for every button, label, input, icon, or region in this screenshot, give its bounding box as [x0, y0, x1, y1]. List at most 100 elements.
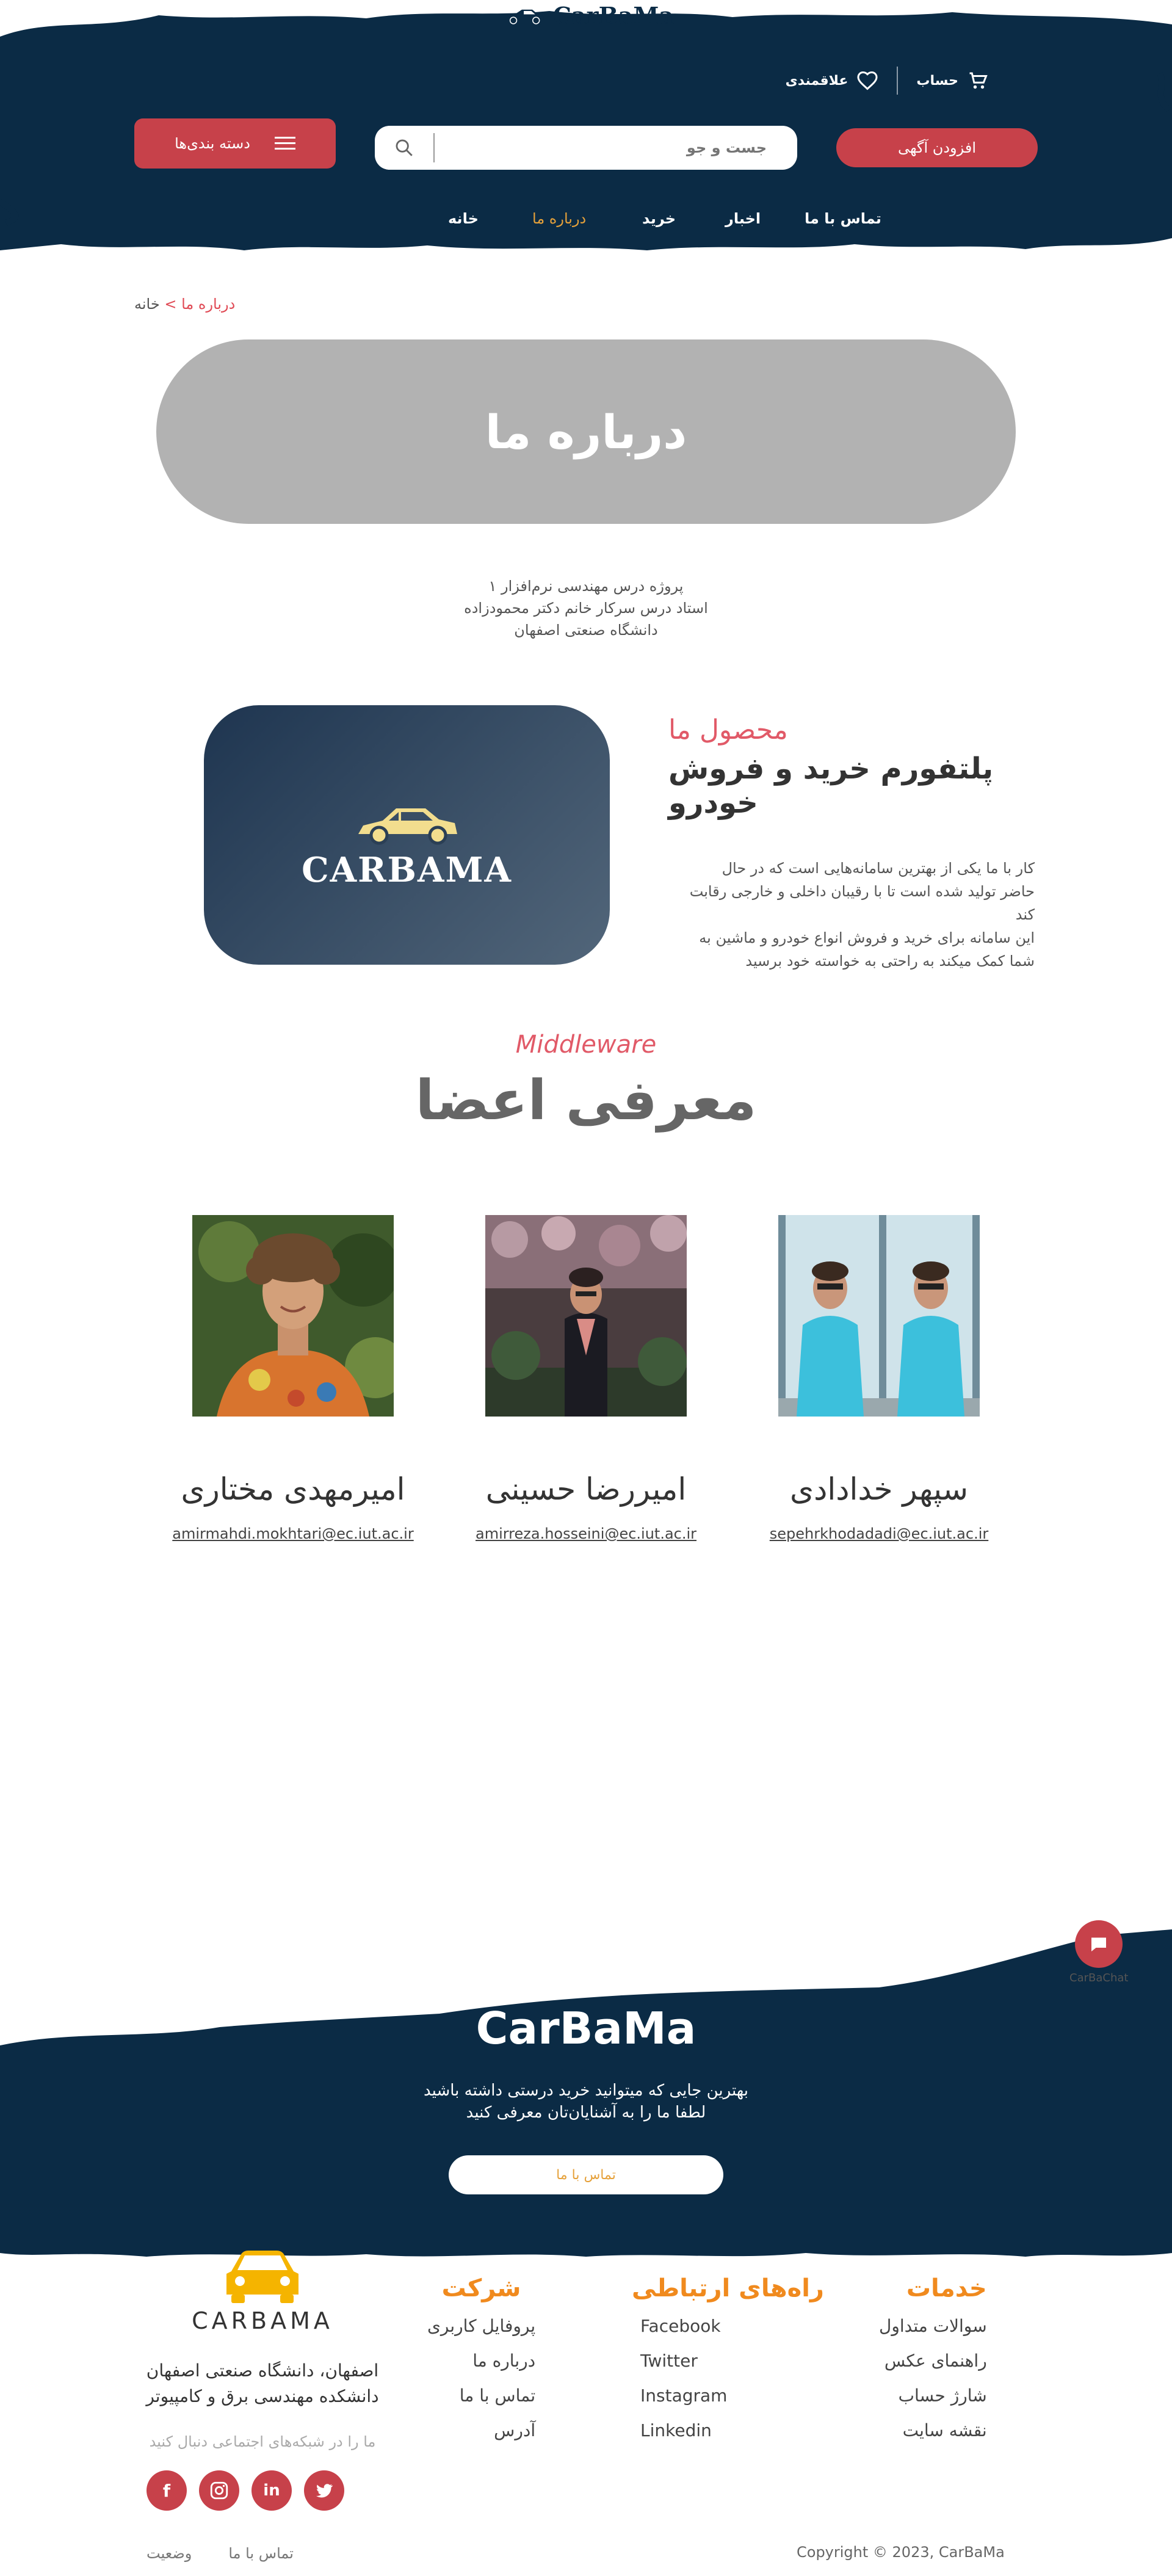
about-hero: درباره ما — [156, 339, 1016, 524]
search-input[interactable] — [435, 139, 797, 156]
page-title: درباره ما — [485, 404, 687, 459]
breadcrumb: درباره ما > خانه — [134, 296, 235, 313]
chat-widget[interactable]: CarBaChat — [1069, 1920, 1128, 1984]
top-links-divider — [897, 67, 899, 95]
footer-status-link[interactable]: وضعیت — [146, 2545, 192, 2562]
chat-button[interactable] — [1075, 1920, 1123, 1968]
product-eyebrow: محصول ما — [668, 714, 788, 746]
footer-bottom-links: وضعیت تماس با ما — [146, 2545, 294, 2562]
footer-social-label: ما را در شبکه‌های اجتماعی دنبال کنید — [149, 2433, 376, 2450]
menu-icon — [274, 137, 295, 150]
footer-services-link[interactable]: شارژ حساب — [879, 2378, 987, 2413]
footer-logo-text: CARBAMA — [192, 2307, 333, 2334]
nav-news[interactable]: اخبار — [725, 210, 761, 227]
member-email[interactable]: sepehrkhodadadi@ec.iut.ac.ir — [757, 1525, 1001, 1542]
heart-icon — [857, 71, 878, 90]
facebook-icon[interactable]: f — [146, 2470, 187, 2511]
nav-about[interactable]: درباره ما — [532, 210, 586, 227]
twitter-icon[interactable] — [304, 2470, 344, 2511]
footer-socials: f in — [146, 2470, 344, 2511]
footer-logo[interactable]: CARBAMA — [183, 2247, 342, 2334]
footer-tagline-line: لطفا ما را به آشنایان‌تان معرفی کنید — [466, 2103, 706, 2122]
footer-contact-link[interactable]: Facebook — [640, 2309, 824, 2343]
member-card: امیررضا حسینی amirreza.hosseini@ec.iut.a… — [464, 1215, 708, 1542]
search-bar — [375, 126, 797, 170]
footer-services-link[interactable]: نقشه سایت — [879, 2413, 987, 2448]
member-name: سپهر خدادادی — [789, 1471, 969, 1507]
intro-text: پروژه درس مهندسی نرم‌افزار ۱ استاد درس س… — [342, 575, 830, 641]
footer-tagline: بهترین جایی که میتوانید خرید درستی داشته… — [0, 2080, 1172, 2124]
member-card: سپهر خدادادی sepehrkhodadadi@ec.iut.ac.i… — [757, 1215, 1001, 1542]
footer-address-line: اصفهان، دانشگاه صنعتی اصفهان — [146, 2360, 379, 2381]
members-eyebrow: Middleware — [515, 1031, 657, 1059]
intro-line: پروژه درس مهندسی نرم‌افزار ۱ — [488, 578, 684, 595]
account-label: حساب — [916, 73, 958, 89]
breadcrumb-separator: > — [164, 296, 177, 313]
cart-icon — [969, 72, 988, 89]
site-logo[interactable]: CarBaMa — [503, 1, 674, 29]
search-button[interactable] — [375, 126, 433, 170]
footer-company-link[interactable]: درباره ما — [427, 2343, 535, 2378]
member-name: امیررضا حسینی — [485, 1471, 687, 1507]
breadcrumb-home[interactable]: خانه — [134, 296, 160, 313]
product-desc-line: این سامانه برای خرید و فروش انواع خودرو … — [699, 929, 1035, 946]
footer-company-link[interactable]: آدرس — [427, 2413, 535, 2448]
nav-home[interactable]: خانه — [448, 210, 479, 227]
product-desc-line: حاضر تولید شده است تا با رقیبان داخلی و … — [689, 883, 1035, 900]
car-icon — [358, 808, 457, 844]
product-title: پلتفورم خرید و فروش خودرو — [668, 752, 994, 820]
categories-label: دسته بندی‌ها — [175, 135, 250, 152]
footer-services-title: خدمات — [906, 2274, 987, 2302]
favorites-link[interactable]: علاقمندی — [786, 70, 879, 92]
car-logo-icon — [226, 2251, 298, 2303]
footer-services-link[interactable]: سوالات متداول — [879, 2309, 987, 2343]
breadcrumb-current: درباره ما — [181, 296, 236, 313]
product-desc-line: کند — [1015, 906, 1035, 923]
footer-bottom-contact-link[interactable]: تماس با ما — [228, 2545, 294, 2562]
product-desc-line: کار با ما یکی از بهترین سامانه‌هایی است … — [722, 860, 1035, 877]
member-email[interactable]: amirmahdi.mokhtari@ec.iut.ac.ir — [171, 1525, 415, 1542]
product-desc-line: شما کمک میکند به راحتی به خواسته خود برس… — [745, 952, 1035, 970]
footer-brand: CarBaMa — [476, 2003, 696, 2054]
footer-contact-link[interactable]: Instagram — [640, 2378, 824, 2413]
search-icon — [396, 139, 413, 156]
footer-company-column: شرکت پروفایل کاربری درباره ما تماس با ما… — [427, 2274, 535, 2448]
add-ad-button[interactable]: افزودن آگهی — [836, 128, 1038, 167]
categories-button[interactable]: دسته بندی‌ها — [134, 118, 336, 169]
footer-contact-title: راه‌های ارتباطی — [632, 2274, 824, 2302]
product-description: کار با ما یکی از بهترین سامانه‌هایی است … — [668, 857, 1035, 973]
members-title: معرفی اعضا — [415, 1068, 757, 1133]
product-card: CARBAMA — [204, 705, 610, 965]
site-logo-text: CarBaMa — [552, 1, 674, 29]
linkedin-icon[interactable]: in — [251, 2470, 292, 2511]
nav-buy[interactable]: خرید — [642, 210, 676, 227]
footer-tagline-line: بهترین جایی که میتوانید خرید درستی داشته… — [423, 2081, 749, 2100]
footer-company-title: شرکت — [441, 2274, 521, 2302]
product-card-brand: CARBAMA — [302, 849, 512, 890]
footer-address: اصفهان، دانشگاه صنعتی اصفهان دانشکده مهن… — [140, 2358, 385, 2409]
footer-services-link[interactable]: راهنمای عکس — [879, 2343, 987, 2378]
footer-address-line: دانشکده مهندسی برق و کامپیوتر — [146, 2386, 379, 2406]
product-info: محصول ما پلتفورم خرید و فروش خودرو کار ب… — [668, 714, 1035, 973]
account-link[interactable]: حساب — [916, 70, 989, 92]
instagram-icon[interactable] — [199, 2470, 239, 2511]
member-name: امیرمهدی مختاری — [181, 1471, 405, 1507]
nav-contact[interactable]: تماس با ما — [805, 210, 881, 227]
member-email[interactable]: amirreza.hosseini@ec.iut.ac.ir — [464, 1525, 708, 1542]
footer-contact-link[interactable]: Twitter — [640, 2343, 824, 2378]
chat-bubble-icon — [1091, 1937, 1106, 1951]
member-photo — [485, 1215, 687, 1417]
footer-company-link[interactable]: تماس با ما — [427, 2378, 535, 2413]
intro-line: استاد درس سرکار خانم دکتر محمودزاده — [464, 600, 708, 617]
footer-company-link[interactable]: پروفایل کاربری — [427, 2309, 535, 2343]
main-nav: تماس با ما اخبار خرید درباره ما خانه — [0, 210, 1172, 234]
footer-services-column: خدمات سوالات متداول راهنمای عکس شارژ حسا… — [879, 2274, 987, 2448]
member-card: امیرمهدی مختاری amirmahdi.mokhtari@ec.iu… — [171, 1215, 415, 1542]
top-links: علاقمندی حساب — [786, 67, 989, 95]
footer-contact-column: راه‌های ارتباطی Facebook Twitter Instagr… — [632, 2274, 824, 2448]
chat-label: CarBaChat — [1069, 1972, 1129, 1984]
footer-contact-button[interactable]: تماس با ما — [449, 2155, 723, 2194]
car-logo-icon — [505, 9, 544, 24]
footer-contact-link[interactable]: Linkedin — [640, 2413, 824, 2448]
member-photo — [192, 1215, 394, 1417]
